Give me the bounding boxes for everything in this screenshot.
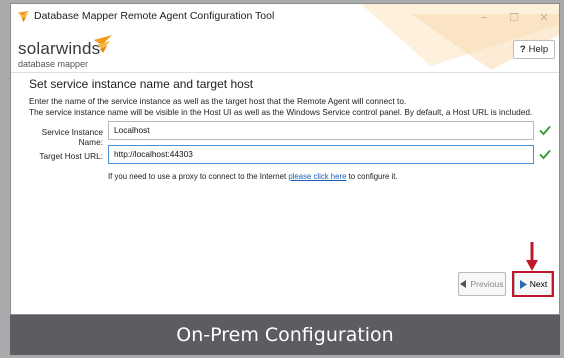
target-host-input[interactable]: http://localhost:44303: [108, 145, 534, 164]
checkmark-icon: [539, 149, 551, 160]
help-question-icon: ?: [519, 44, 526, 55]
proxy-settings-link[interactable]: please click here: [288, 172, 346, 181]
solarwinds-flame-icon: [17, 10, 30, 23]
logo-subtitle: database mapper: [18, 59, 89, 69]
target-host-label: Target Host URL:: [39, 151, 103, 161]
caption-banner: On-Prem Configuration: [10, 315, 560, 355]
description-line-2: The service instance name will be visibl…: [29, 107, 533, 117]
description-line-1: Enter the name of the service instance a…: [29, 96, 407, 106]
instance-name-label: Service Instance Name:: [41, 127, 103, 147]
instance-name-input[interactable]: Localhost: [108, 121, 534, 140]
checkmark-icon: [539, 125, 551, 136]
help-label: Help: [528, 44, 549, 55]
help-button[interactable]: ? Help: [513, 40, 555, 59]
next-highlight-box: [512, 271, 554, 297]
arrow-down-icon: [526, 242, 538, 271]
previous-button[interactable]: Previous: [458, 272, 506, 296]
proxy-text-before: If you need to use a proxy to connect to…: [108, 172, 287, 181]
solarwinds-logo-icon: [94, 35, 112, 53]
decorative-swoosh: [361, 4, 559, 70]
proxy-hint: If you need to use a proxy to connect to…: [108, 172, 398, 181]
proxy-text-after: to configure it.: [348, 172, 398, 181]
section-description: Enter the name of the service instance a…: [29, 96, 532, 118]
logo-text: solarwinds: [18, 39, 101, 58]
config-window: Database Mapper Remote Agent Configurati…: [10, 3, 560, 315]
previous-label: Previous: [470, 279, 504, 289]
chevron-left-icon: [460, 280, 467, 288]
section-title: Set service instance name and target hos…: [29, 77, 254, 91]
window-title: Database Mapper Remote Agent Configurati…: [34, 10, 275, 22]
brand-header: solarwinds database mapper ? Help: [11, 4, 559, 73]
